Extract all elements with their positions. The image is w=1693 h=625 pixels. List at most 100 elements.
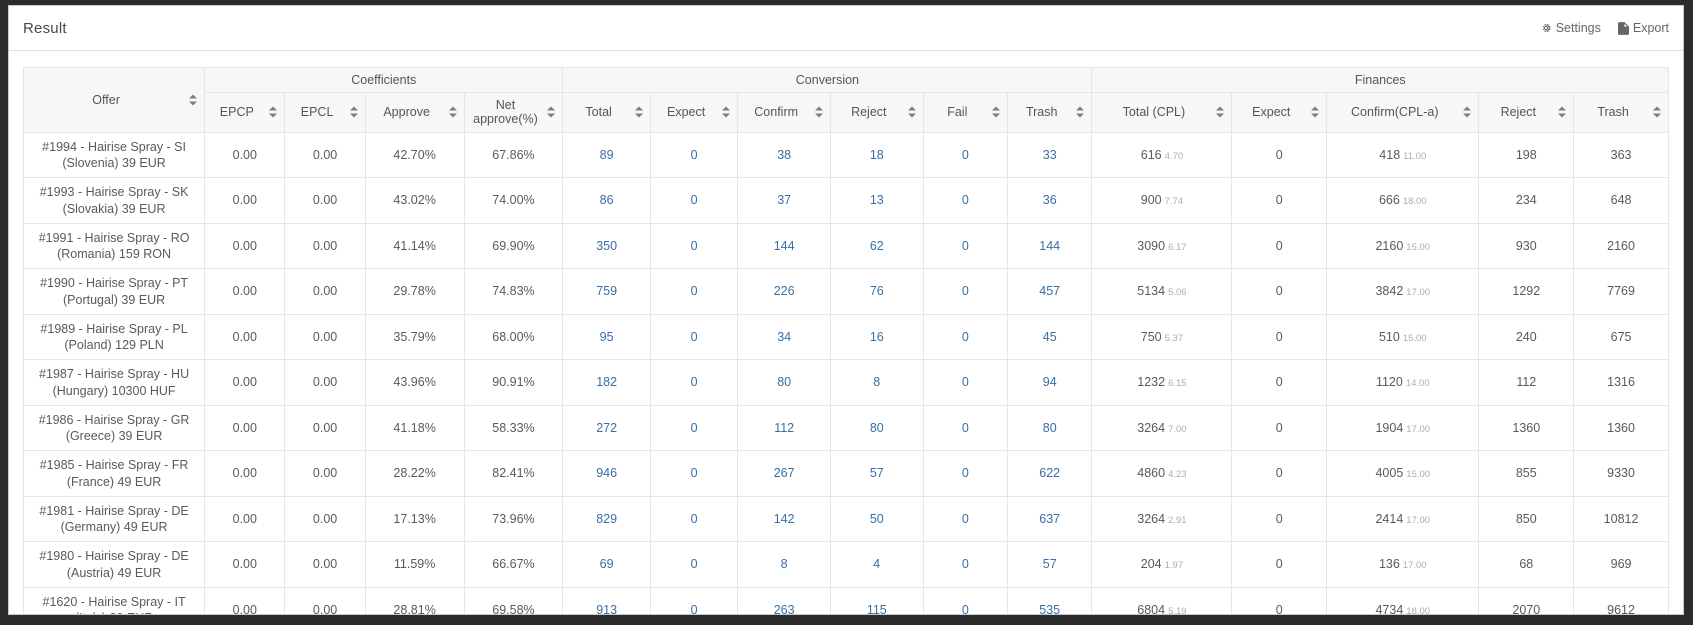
cell-c-reject[interactable]: 115	[829, 586, 924, 614]
cell-link[interactable]: 263	[774, 603, 795, 614]
cell-c-expect[interactable]: 0	[649, 131, 739, 179]
sort-icon[interactable]	[1558, 106, 1567, 119]
cell-link[interactable]: 0	[691, 603, 698, 614]
cell-link[interactable]: 38	[777, 148, 791, 162]
cell-link[interactable]: 62	[870, 239, 884, 253]
cell-link[interactable]: 457	[1039, 284, 1060, 298]
cell-link[interactable]: 37	[777, 193, 791, 207]
cell-link[interactable]: 0	[962, 512, 969, 526]
cell-c-expect[interactable]: 0	[649, 495, 739, 543]
sort-icon[interactable]	[907, 106, 917, 119]
sort-icon[interactable]	[814, 106, 824, 119]
cell-link[interactable]: 80	[870, 421, 884, 435]
cell-c-fail[interactable]: 0	[922, 450, 1008, 497]
cell-c-expect[interactable]: 0	[649, 177, 739, 224]
cell-link[interactable]: 535	[1039, 603, 1060, 614]
cell-link[interactable]: 913	[596, 603, 617, 614]
cell-link[interactable]: 0	[962, 330, 969, 344]
cell-c-trash[interactable]: 457	[1006, 268, 1093, 315]
cell-link[interactable]: 272	[596, 421, 617, 435]
col-header-finances-trash[interactable]: Trash	[1573, 92, 1669, 133]
cell-c-confirm[interactable]: 37	[737, 177, 831, 224]
sort-icon[interactable]	[634, 106, 644, 119]
col-header-conversion-reject[interactable]: Reject	[829, 92, 924, 133]
cell-c-confirm[interactable]: 144	[737, 222, 831, 270]
cell-c-fail[interactable]: 0	[922, 495, 1008, 543]
cell-link[interactable]: 144	[1039, 239, 1060, 253]
cell-c-fail[interactable]: 0	[922, 268, 1008, 315]
sort-icon[interactable]	[1311, 106, 1320, 119]
cell-link[interactable]: 45	[1043, 330, 1057, 344]
cell-c-confirm[interactable]: 267	[737, 450, 831, 497]
cell-c-expect[interactable]: 0	[649, 404, 739, 452]
cell-link[interactable]: 80	[777, 375, 791, 389]
cell-c-confirm[interactable]: 38	[737, 131, 831, 179]
cell-c-total[interactable]: 182	[562, 359, 651, 406]
cell-link[interactable]: 8	[873, 375, 880, 389]
cell-c-trash[interactable]: 33	[1006, 131, 1093, 179]
cell-link[interactable]: 34	[777, 330, 791, 344]
cell-c-fail[interactable]: 0	[922, 404, 1008, 452]
cell-c-fail[interactable]: 0	[922, 131, 1008, 179]
col-header-net-approve[interactable]: Net approve(%)	[463, 92, 564, 133]
col-header-offer[interactable]: Offer	[22, 67, 206, 133]
sort-icon[interactable]	[1216, 106, 1225, 119]
cell-link[interactable]: 0	[691, 557, 698, 571]
col-header-conversion-total[interactable]: Total	[562, 92, 651, 133]
cell-c-total[interactable]: 913	[562, 586, 651, 614]
cell-c-trash[interactable]: 45	[1006, 313, 1093, 361]
cell-c-total[interactable]: 350	[562, 222, 651, 270]
cell-c-fail[interactable]: 0	[922, 541, 1008, 588]
col-header-conversion-trash[interactable]: Trash	[1006, 92, 1093, 133]
cell-link[interactable]: 89	[600, 148, 614, 162]
cell-c-reject[interactable]: 8	[829, 359, 924, 406]
cell-link[interactable]: 226	[774, 284, 795, 298]
cell-c-confirm[interactable]: 142	[737, 495, 831, 543]
cell-link[interactable]: 0	[691, 512, 698, 526]
cell-link[interactable]: 50	[870, 512, 884, 526]
cell-c-confirm[interactable]: 80	[737, 359, 831, 406]
cell-link[interactable]: 94	[1043, 375, 1057, 389]
cell-c-total[interactable]: 89	[562, 131, 651, 179]
sort-icon[interactable]	[269, 106, 278, 119]
cell-link[interactable]: 112	[774, 421, 794, 435]
col-header-finances-total[interactable]: Total (CPL)	[1091, 92, 1233, 133]
cell-c-fail[interactable]: 0	[922, 359, 1008, 406]
sort-icon[interactable]	[349, 106, 359, 119]
cell-c-confirm[interactable]: 112	[737, 404, 831, 452]
cell-link[interactable]: 57	[870, 466, 884, 480]
cell-c-trash[interactable]: 535	[1006, 586, 1093, 614]
cell-c-reject[interactable]: 76	[829, 268, 924, 315]
cell-c-expect[interactable]: 0	[649, 268, 739, 315]
cell-link[interactable]: 69	[600, 557, 614, 571]
col-header-conversion-confirm[interactable]: Confirm	[737, 92, 831, 133]
cell-link[interactable]: 86	[600, 193, 614, 207]
cell-c-confirm[interactable]: 226	[737, 268, 831, 315]
sort-icon[interactable]	[1463, 106, 1472, 119]
cell-link[interactable]: 267	[774, 466, 795, 480]
cell-link[interactable]: 0	[691, 193, 698, 207]
cell-link[interactable]: 0	[691, 466, 698, 480]
cell-c-reject[interactable]: 16	[829, 313, 924, 361]
cell-link[interactable]: 0	[962, 603, 969, 614]
cell-link[interactable]: 4	[873, 557, 880, 571]
cell-c-reject[interactable]: 50	[829, 495, 924, 543]
cell-c-total[interactable]: 829	[562, 495, 651, 543]
col-header-approve[interactable]: Approve	[364, 92, 465, 133]
cell-c-confirm[interactable]: 263	[737, 586, 831, 614]
cell-link[interactable]: 946	[596, 466, 617, 480]
cell-c-reject[interactable]: 62	[829, 222, 924, 270]
cell-link[interactable]: 0	[691, 284, 698, 298]
cell-link[interactable]: 0	[691, 239, 698, 253]
cell-c-trash[interactable]: 80	[1006, 404, 1093, 452]
cell-c-confirm[interactable]: 34	[737, 313, 831, 361]
cell-c-fail[interactable]: 0	[922, 313, 1008, 361]
sort-icon[interactable]	[547, 106, 556, 119]
cell-link[interactable]: 57	[1043, 557, 1057, 571]
settings-button[interactable]: Settings	[1540, 21, 1601, 35]
cell-c-reject[interactable]: 18	[829, 131, 924, 179]
cell-c-expect[interactable]: 0	[649, 222, 739, 270]
cell-c-trash[interactable]: 144	[1006, 222, 1093, 270]
col-header-epcp[interactable]: EPCP	[204, 92, 286, 133]
cell-c-confirm[interactable]: 8	[737, 541, 831, 588]
